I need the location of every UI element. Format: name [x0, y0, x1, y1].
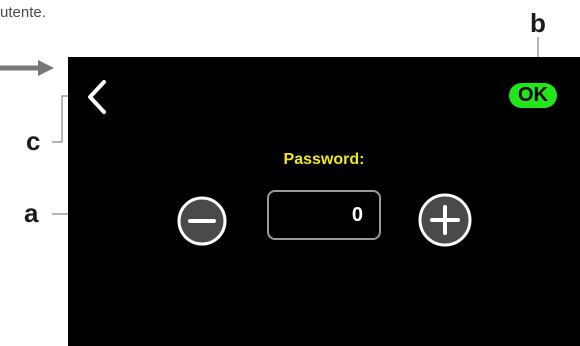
device-screen: OK Password: 0 — [68, 57, 580, 346]
callout-c: c — [26, 126, 41, 156]
ok-button[interactable]: OK — [509, 83, 557, 108]
plus-circle-icon[interactable] — [417, 192, 473, 248]
password-label: Password: — [283, 151, 365, 168]
minus-circle-icon[interactable] — [177, 196, 227, 246]
chevron-left-icon[interactable] — [86, 79, 108, 115]
callout-b: b — [530, 8, 546, 38]
callout-a: a — [24, 198, 39, 228]
password-field[interactable]: 0 — [267, 190, 381, 240]
